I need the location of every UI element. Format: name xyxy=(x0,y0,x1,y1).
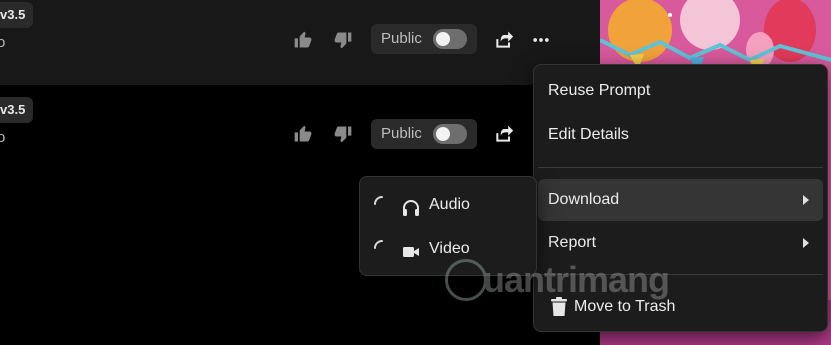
download-submenu: Audio Video xyxy=(359,176,537,276)
loading-spinner-icon xyxy=(374,196,383,205)
chevron-right-icon xyxy=(803,238,809,248)
thumbs-up-icon xyxy=(294,125,312,142)
more-options-button[interactable] xyxy=(530,29,552,51)
menu-item-download[interactable]: Download xyxy=(538,179,823,221)
row-subtext: o xyxy=(0,34,6,51)
share-button[interactable] xyxy=(493,29,515,51)
submenu-item-label: Video xyxy=(429,240,470,257)
menu-divider xyxy=(538,167,823,168)
public-toggle[interactable] xyxy=(433,29,467,49)
menu-item-label: Reuse Prompt xyxy=(548,82,651,99)
visibility-label: Public xyxy=(381,125,422,142)
dislike-button[interactable] xyxy=(332,29,354,51)
menu-divider xyxy=(538,274,823,275)
download-video-option[interactable]: Video xyxy=(360,227,536,271)
share-icon xyxy=(496,31,514,48)
submenu-item-label: Audio xyxy=(429,196,470,213)
public-toggle[interactable] xyxy=(433,124,467,144)
dislike-button[interactable] xyxy=(332,123,354,145)
row-subtext: o xyxy=(0,129,6,146)
loading-spinner-icon xyxy=(374,240,383,249)
song-row: v3.5 o Public xyxy=(0,0,600,85)
more-horizontal-icon xyxy=(533,38,549,42)
menu-item-label: Report xyxy=(548,234,597,251)
version-badge: v3.5 xyxy=(0,2,34,28)
menu-item-move-to-trash[interactable]: Move to Trash xyxy=(538,286,823,328)
menu-item-report[interactable]: Report xyxy=(538,222,823,264)
thumbs-up-icon xyxy=(294,31,312,48)
visibility-toggle-pill[interactable]: Public xyxy=(371,119,477,149)
toggle-knob xyxy=(436,32,450,46)
share-icon xyxy=(496,125,514,142)
menu-item-label: Download xyxy=(548,191,620,208)
chevron-right-icon xyxy=(803,195,809,205)
share-button[interactable] xyxy=(493,123,515,145)
toggle-knob xyxy=(436,127,450,141)
thumbs-down-icon xyxy=(334,32,352,49)
visibility-toggle-pill[interactable]: Public xyxy=(371,24,477,54)
menu-item-edit-details[interactable]: Edit Details xyxy=(538,114,823,156)
video-camera-icon xyxy=(403,247,419,257)
headphones-icon xyxy=(403,200,419,216)
like-button[interactable] xyxy=(292,29,314,51)
version-badge: v3.5 xyxy=(0,97,34,123)
trash-icon xyxy=(551,297,567,316)
visibility-label: Public xyxy=(381,30,422,47)
thumbs-down-icon xyxy=(334,126,352,143)
menu-item-label: Edit Details xyxy=(548,126,629,143)
context-menu: Reuse Prompt Edit Details Download Repor… xyxy=(533,64,828,332)
download-audio-option[interactable]: Audio xyxy=(360,183,536,227)
like-button[interactable] xyxy=(292,123,314,145)
menu-item-label: Move to Trash xyxy=(574,298,676,315)
menu-item-reuse-prompt[interactable]: Reuse Prompt xyxy=(538,70,823,112)
